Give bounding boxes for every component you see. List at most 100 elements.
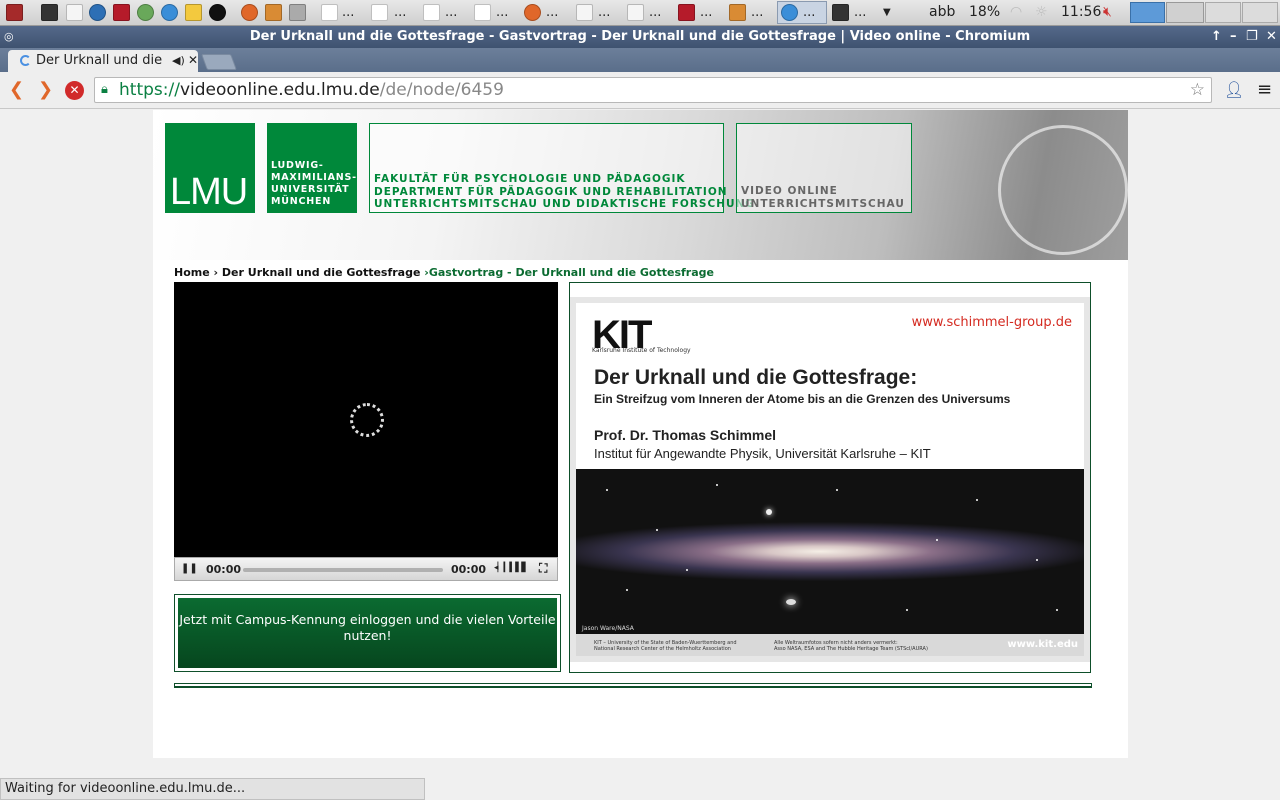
service-line: VIDEO ONLINE	[741, 185, 838, 197]
text-editor-icon[interactable]	[627, 4, 644, 21]
university-name-line: UNIVERSITÄT	[271, 184, 350, 195]
speaker-icon: ◀)	[172, 54, 185, 67]
clock[interactable]: 11:56	[1061, 4, 1101, 20]
close-icon[interactable]: ✕	[1266, 26, 1277, 48]
task-label[interactable]: ...	[598, 5, 610, 20]
mute-icon[interactable]: 🔇︎	[1103, 4, 1112, 20]
task-label[interactable]: ...	[496, 5, 508, 20]
document-icon[interactable]	[423, 4, 440, 21]
bookmark-star-icon[interactable]: ☆	[1190, 78, 1205, 102]
slide-footer: KIT – University of the State of Baden-W…	[576, 634, 1084, 656]
text-editor-icon[interactable]	[66, 4, 83, 21]
terminal-icon[interactable]	[41, 4, 58, 21]
chevron-down-icon[interactable]: ▼	[883, 7, 891, 18]
window-title: Der Urknall und die Gottesfrage - Gastvo…	[249, 29, 1031, 44]
stop-loading-icon[interactable]: ✕	[65, 81, 84, 100]
slide-institute: Institut für Angewandte Physik, Universi…	[594, 446, 931, 461]
loading-spinner-icon	[20, 55, 31, 66]
url-path: /de/node/6459	[379, 80, 504, 100]
tab-strip: Der Urknall und die Gottesfrage - Gastvo…	[0, 48, 1280, 72]
task-label[interactable]: ...	[751, 5, 763, 20]
task-label[interactable]: ...	[445, 5, 457, 20]
slide-footer-text: National Research Center of the Helmholt…	[594, 646, 731, 652]
menu-icon[interactable]: ≡	[1257, 80, 1272, 100]
university-name-block[interactable]: LUDWIG- MAXIMILIANS- UNIVERSITÄT MÜNCHEN	[267, 123, 357, 213]
document-icon[interactable]	[474, 4, 491, 21]
mendeley-icon[interactable]	[678, 4, 695, 21]
screenshot-icon[interactable]	[289, 4, 306, 21]
task-label[interactable]: ...	[546, 5, 558, 20]
breadcrumb-separator: ›	[213, 266, 219, 279]
service-line: UNTERRICHTSMITSCHAU	[741, 197, 905, 210]
breadcrumb-item[interactable]: Der Urknall und die Gottesfrage	[222, 266, 421, 279]
status-bubble: Waiting for videoonline.edu.lmu.de...	[0, 778, 425, 800]
loading-spinner-icon	[350, 403, 384, 437]
video-player[interactable]	[174, 282, 558, 557]
browser-toolbar: ❮ ❯ ✕ 🔒︎ https://videoonline.edu.lmu.de/…	[0, 72, 1280, 109]
faculty-block[interactable]: FAKULTÄT FÜR PSYCHOLOGIE UND PÄDAGOGIK D…	[369, 123, 754, 213]
terminal-icon[interactable]	[832, 4, 849, 21]
campus-login-button[interactable]: Jetzt mit Campus-Kennung einloggen und d…	[178, 598, 557, 668]
file-manager-icon[interactable]	[729, 4, 746, 21]
network-icon[interactable]	[137, 4, 154, 21]
university-name-line: LUDWIG-	[271, 160, 324, 171]
firefox-icon[interactable]	[524, 4, 541, 21]
task-label[interactable]: ...	[700, 5, 712, 20]
maximize-up-icon[interactable]: ↑	[1211, 26, 1222, 48]
task-label[interactable]: ...	[649, 5, 661, 20]
mendeley-icon[interactable]	[113, 4, 130, 21]
xchat-icon[interactable]	[185, 4, 202, 21]
pause-icon[interactable]: ❚❚	[181, 563, 198, 574]
brightness-icon[interactable]: ☼	[1035, 4, 1048, 20]
close-tab-icon[interactable]: ✕	[188, 50, 198, 71]
login-box: Jetzt mit Campus-Kennung einloggen und d…	[174, 594, 561, 672]
app-a-icon[interactable]	[209, 4, 226, 21]
slide-preview-box: KIT Karlsruhe Institute of Technology ww…	[569, 282, 1091, 673]
volume-icon[interactable]: ◂▏▎▍▌▋	[494, 563, 528, 573]
seek-bar[interactable]	[243, 568, 443, 572]
minimize-icon[interactable]: –	[1230, 26, 1237, 48]
chromium-icon[interactable]	[781, 4, 798, 21]
address-bar[interactable]: 🔒︎ https://videoonline.edu.lmu.de/de/nod…	[94, 77, 1212, 103]
text-editor-icon[interactable]	[576, 4, 593, 21]
workspace-4[interactable]	[1242, 2, 1278, 23]
wifi-icon[interactable]: ◠	[1010, 4, 1022, 20]
user-profile-icon[interactable]: 👤︎	[1224, 80, 1244, 100]
back-icon[interactable]: ❮	[9, 80, 24, 100]
faculty-line: FAKULTÄT FÜR PSYCHOLOGIE UND PÄDAGOGIK	[374, 173, 686, 185]
document-icon[interactable]	[321, 4, 338, 21]
lecture-slide[interactable]: KIT Karlsruhe Institute of Technology ww…	[576, 303, 1084, 656]
chromium-icon[interactable]: ◎	[4, 26, 14, 48]
task-label[interactable]: ...	[342, 5, 354, 20]
lmu-logo-text: LMU	[170, 171, 248, 213]
slide-subtitle: Ein Streifzug vom Inneren der Atome bis …	[594, 392, 1011, 406]
app-icon[interactable]	[6, 4, 23, 21]
forward-icon[interactable]: ❯	[38, 80, 53, 100]
tab-title: Der Urknall und die Gottesfrage - Gastvo…	[36, 53, 164, 68]
kit-logo-subtitle: Karlsruhe Institute of Technology	[592, 347, 691, 354]
lmu-logo[interactable]: LMU	[165, 123, 255, 213]
update-icon[interactable]	[89, 4, 106, 21]
chromium-icon[interactable]	[161, 4, 178, 21]
fullscreen-icon[interactable]: ⛶	[539, 561, 547, 576]
workspace-2[interactable]	[1166, 2, 1204, 23]
file-manager-icon[interactable]	[265, 4, 282, 21]
workspace-3[interactable]	[1205, 2, 1241, 23]
workspace-1[interactable]	[1130, 2, 1165, 23]
task-label[interactable]: ...	[394, 5, 406, 20]
system-taskbar: ... ... ... ... ... ... ... ... ... ... …	[0, 0, 1280, 26]
galaxy-image: Jason Ware/NASA	[576, 469, 1084, 634]
firefox-icon[interactable]	[241, 4, 258, 21]
task-label[interactable]: ...	[803, 5, 815, 20]
video-controls: ❚❚ 00:00 00:00 ◂▏▎▍▌▋ ⛶	[174, 557, 558, 581]
breadcrumb-home[interactable]: Home	[174, 266, 210, 279]
browser-tab[interactable]: Der Urknall und die Gottesfrage - Gastvo…	[8, 50, 198, 72]
task-label[interactable]: ...	[854, 5, 866, 20]
service-block[interactable]: VIDEO ONLINE UNTERRICHTSMITSCHAU	[736, 123, 912, 213]
slide-author: Prof. Dr. Thomas Schimmel	[594, 427, 777, 443]
new-tab-button[interactable]	[201, 54, 237, 70]
battery-level[interactable]: 18%	[969, 4, 1000, 20]
keyboard-layout[interactable]: abb	[929, 4, 955, 20]
restore-icon[interactable]: ❐	[1246, 26, 1258, 48]
document-icon[interactable]	[371, 4, 388, 21]
